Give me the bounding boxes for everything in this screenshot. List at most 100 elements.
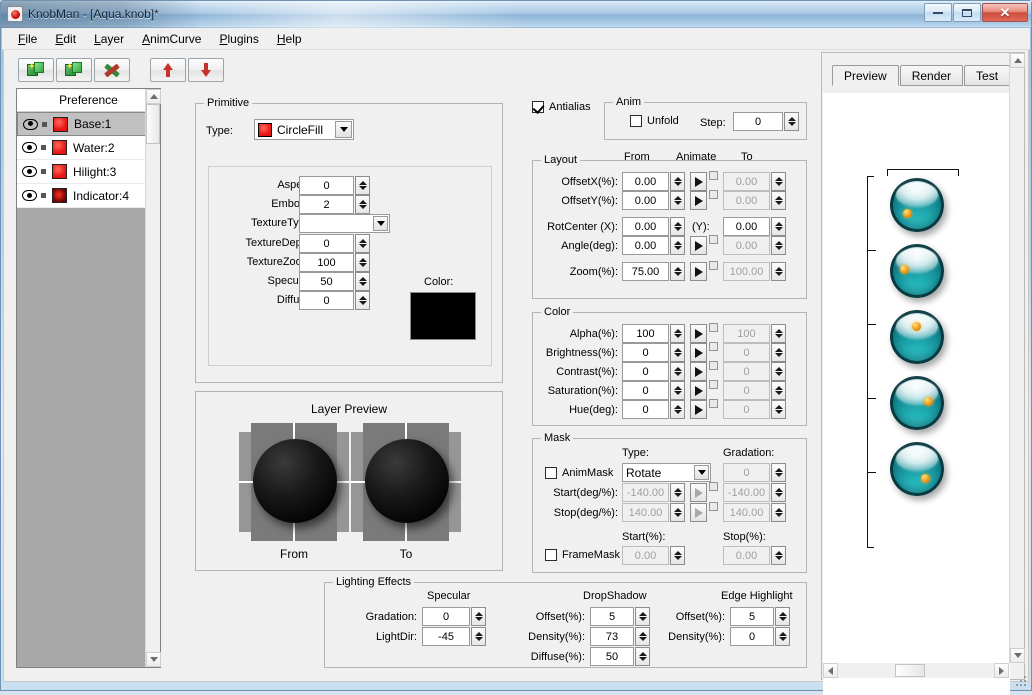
eye-icon[interactable] (23, 118, 38, 131)
eye-icon[interactable] (22, 141, 37, 154)
diffuse-value[interactable]: 0 (299, 291, 354, 310)
emboss-spinner[interactable]: 2 (299, 195, 370, 214)
specular-value[interactable]: 50 (299, 272, 354, 291)
brightness-from-value[interactable]: 0 (622, 343, 669, 362)
mask-stop-animate-button[interactable] (690, 503, 707, 522)
zoom-from-stepper[interactable] (670, 262, 685, 281)
tab-render[interactable]: Render (900, 65, 963, 86)
mask-start-from-spinner[interactable]: -140.00 (622, 483, 685, 502)
angle-from-value[interactable]: 0.00 (622, 236, 669, 255)
unfold-checkbox[interactable]: Unfold (630, 115, 679, 127)
offsetx-to-value[interactable]: 0.00 (723, 172, 770, 191)
menu-plugins[interactable]: Plugins (210, 29, 267, 49)
preview-stage[interactable] (823, 93, 1010, 695)
hue-from-spinner[interactable]: 0 (622, 400, 685, 419)
offsety-animate-checkbox[interactable] (709, 190, 718, 199)
hue-animate-checkbox[interactable] (709, 399, 718, 408)
hue-animate-button[interactable] (690, 400, 707, 419)
mask-gradation-spinner[interactable]: 0 (723, 463, 786, 482)
maximize-button[interactable] (953, 3, 981, 22)
rotcenter-x-stepper[interactable] (670, 217, 685, 236)
framemask-stop-spinner[interactable]: 0.00 (723, 546, 786, 565)
brightness-to-spinner[interactable]: 0 (723, 343, 786, 362)
mask-stop-to-value[interactable]: 140.00 (723, 503, 770, 522)
layer-row-base[interactable]: Base:1 (17, 112, 160, 136)
alpha-to-value[interactable]: 100 (723, 324, 770, 343)
offsety-to-stepper[interactable] (771, 191, 786, 210)
menu-layer[interactable]: Layer (85, 29, 133, 49)
offsety-to-spinner[interactable]: 0.00 (723, 191, 786, 210)
alpha-to-stepper[interactable] (771, 324, 786, 343)
diffuse-stepper[interactable] (355, 291, 370, 310)
menu-animcurve[interactable]: AnimCurve (133, 29, 210, 49)
ds-diffuse-stepper[interactable] (635, 647, 650, 666)
preview-vscrollbar[interactable] (1009, 53, 1024, 663)
texturedepth-stepper[interactable] (355, 234, 370, 253)
hue-to-spinner[interactable]: 0 (723, 400, 786, 419)
angle-animate-checkbox[interactable] (709, 235, 718, 244)
brightness-from-stepper[interactable] (670, 343, 685, 362)
preview-scroll-down-button[interactable] (1010, 648, 1025, 663)
mask-stop-from-stepper[interactable] (670, 503, 685, 522)
saturation-to-value[interactable]: 0 (723, 381, 770, 400)
preview-hscrollbar[interactable] (823, 663, 1009, 678)
offsety-from-spinner[interactable]: 0.00 (622, 191, 685, 210)
alpha-from-value[interactable]: 100 (622, 324, 669, 343)
contrast-to-stepper[interactable] (771, 362, 786, 381)
lightdir-stepper[interactable] (471, 627, 486, 646)
preview-scroll-up-button[interactable] (1010, 53, 1025, 68)
contrast-from-value[interactable]: 0 (622, 362, 669, 381)
lock-dot-icon[interactable] (41, 169, 46, 174)
menu-edit[interactable]: Edit (46, 29, 85, 49)
eh-offset-value[interactable]: 5 (730, 607, 774, 626)
offsetx-to-spinner[interactable]: 0.00 (723, 172, 786, 191)
alpha-from-stepper[interactable] (670, 324, 685, 343)
ds-offset-spinner[interactable]: 5 (590, 607, 650, 626)
eye-icon[interactable] (22, 165, 37, 178)
contrast-animate-button[interactable] (690, 362, 707, 381)
emboss-value[interactable]: 2 (299, 195, 354, 214)
angle-to-value[interactable]: 0.00 (723, 236, 770, 255)
layer-list[interactable]: Preference Base:1 Water:2 (16, 88, 161, 668)
emboss-stepper[interactable] (355, 195, 370, 214)
saturation-to-stepper[interactable] (771, 381, 786, 400)
framemask-stop-stepper[interactable] (771, 546, 786, 565)
lightdir-value[interactable]: -45 (422, 627, 470, 646)
rotcenter-x-spinner[interactable]: 0.00 (622, 217, 685, 236)
lighting-gradation-spinner[interactable]: 0 (422, 607, 486, 626)
ds-offset-value[interactable]: 5 (590, 607, 634, 626)
checkbox-box[interactable] (630, 115, 642, 127)
texturetype-combo[interactable] (299, 214, 390, 233)
eh-density-spinner[interactable]: 0 (730, 627, 790, 646)
ds-density-stepper[interactable] (635, 627, 650, 646)
animmask-checkbox[interactable]: AnimMask (545, 467, 613, 479)
preview-scroll-right-button[interactable] (994, 663, 1009, 678)
framemask-start-spinner[interactable]: 0.00 (622, 546, 685, 565)
saturation-animate-checkbox[interactable] (709, 380, 718, 389)
antialias-checkbox[interactable]: Antialias (532, 101, 591, 113)
lock-dot-icon[interactable] (42, 122, 47, 127)
angle-from-stepper[interactable] (670, 236, 685, 255)
scroll-down-button[interactable] (146, 652, 161, 667)
zoom-animate-button[interactable] (690, 262, 707, 281)
zoom-to-value[interactable]: 100.00 (723, 262, 770, 281)
saturation-from-stepper[interactable] (670, 381, 685, 400)
offsetx-from-value[interactable]: 0.00 (622, 172, 669, 191)
minimize-button[interactable] (924, 3, 952, 22)
mask-gradation-value[interactable]: 0 (723, 463, 770, 482)
texturezoom-stepper[interactable] (355, 253, 370, 272)
step-spinner[interactable]: 0 (733, 112, 799, 131)
brightness-to-stepper[interactable] (771, 343, 786, 362)
contrast-animate-checkbox[interactable] (709, 361, 718, 370)
saturation-to-spinner[interactable]: 0 (723, 381, 786, 400)
hue-from-value[interactable]: 0 (622, 400, 669, 419)
step-stepper[interactable] (784, 112, 799, 131)
menu-help[interactable]: Help (268, 29, 311, 49)
zoom-from-value[interactable]: 75.00 (622, 262, 669, 281)
hue-from-stepper[interactable] (670, 400, 685, 419)
framemask-stop-value[interactable]: 0.00 (723, 546, 770, 565)
aspect-spinner[interactable]: 0 (299, 176, 370, 195)
offsety-from-stepper[interactable] (670, 191, 685, 210)
layer-list-scrollbar[interactable] (145, 89, 160, 667)
framemask-checkbox[interactable]: FrameMask (545, 549, 620, 561)
